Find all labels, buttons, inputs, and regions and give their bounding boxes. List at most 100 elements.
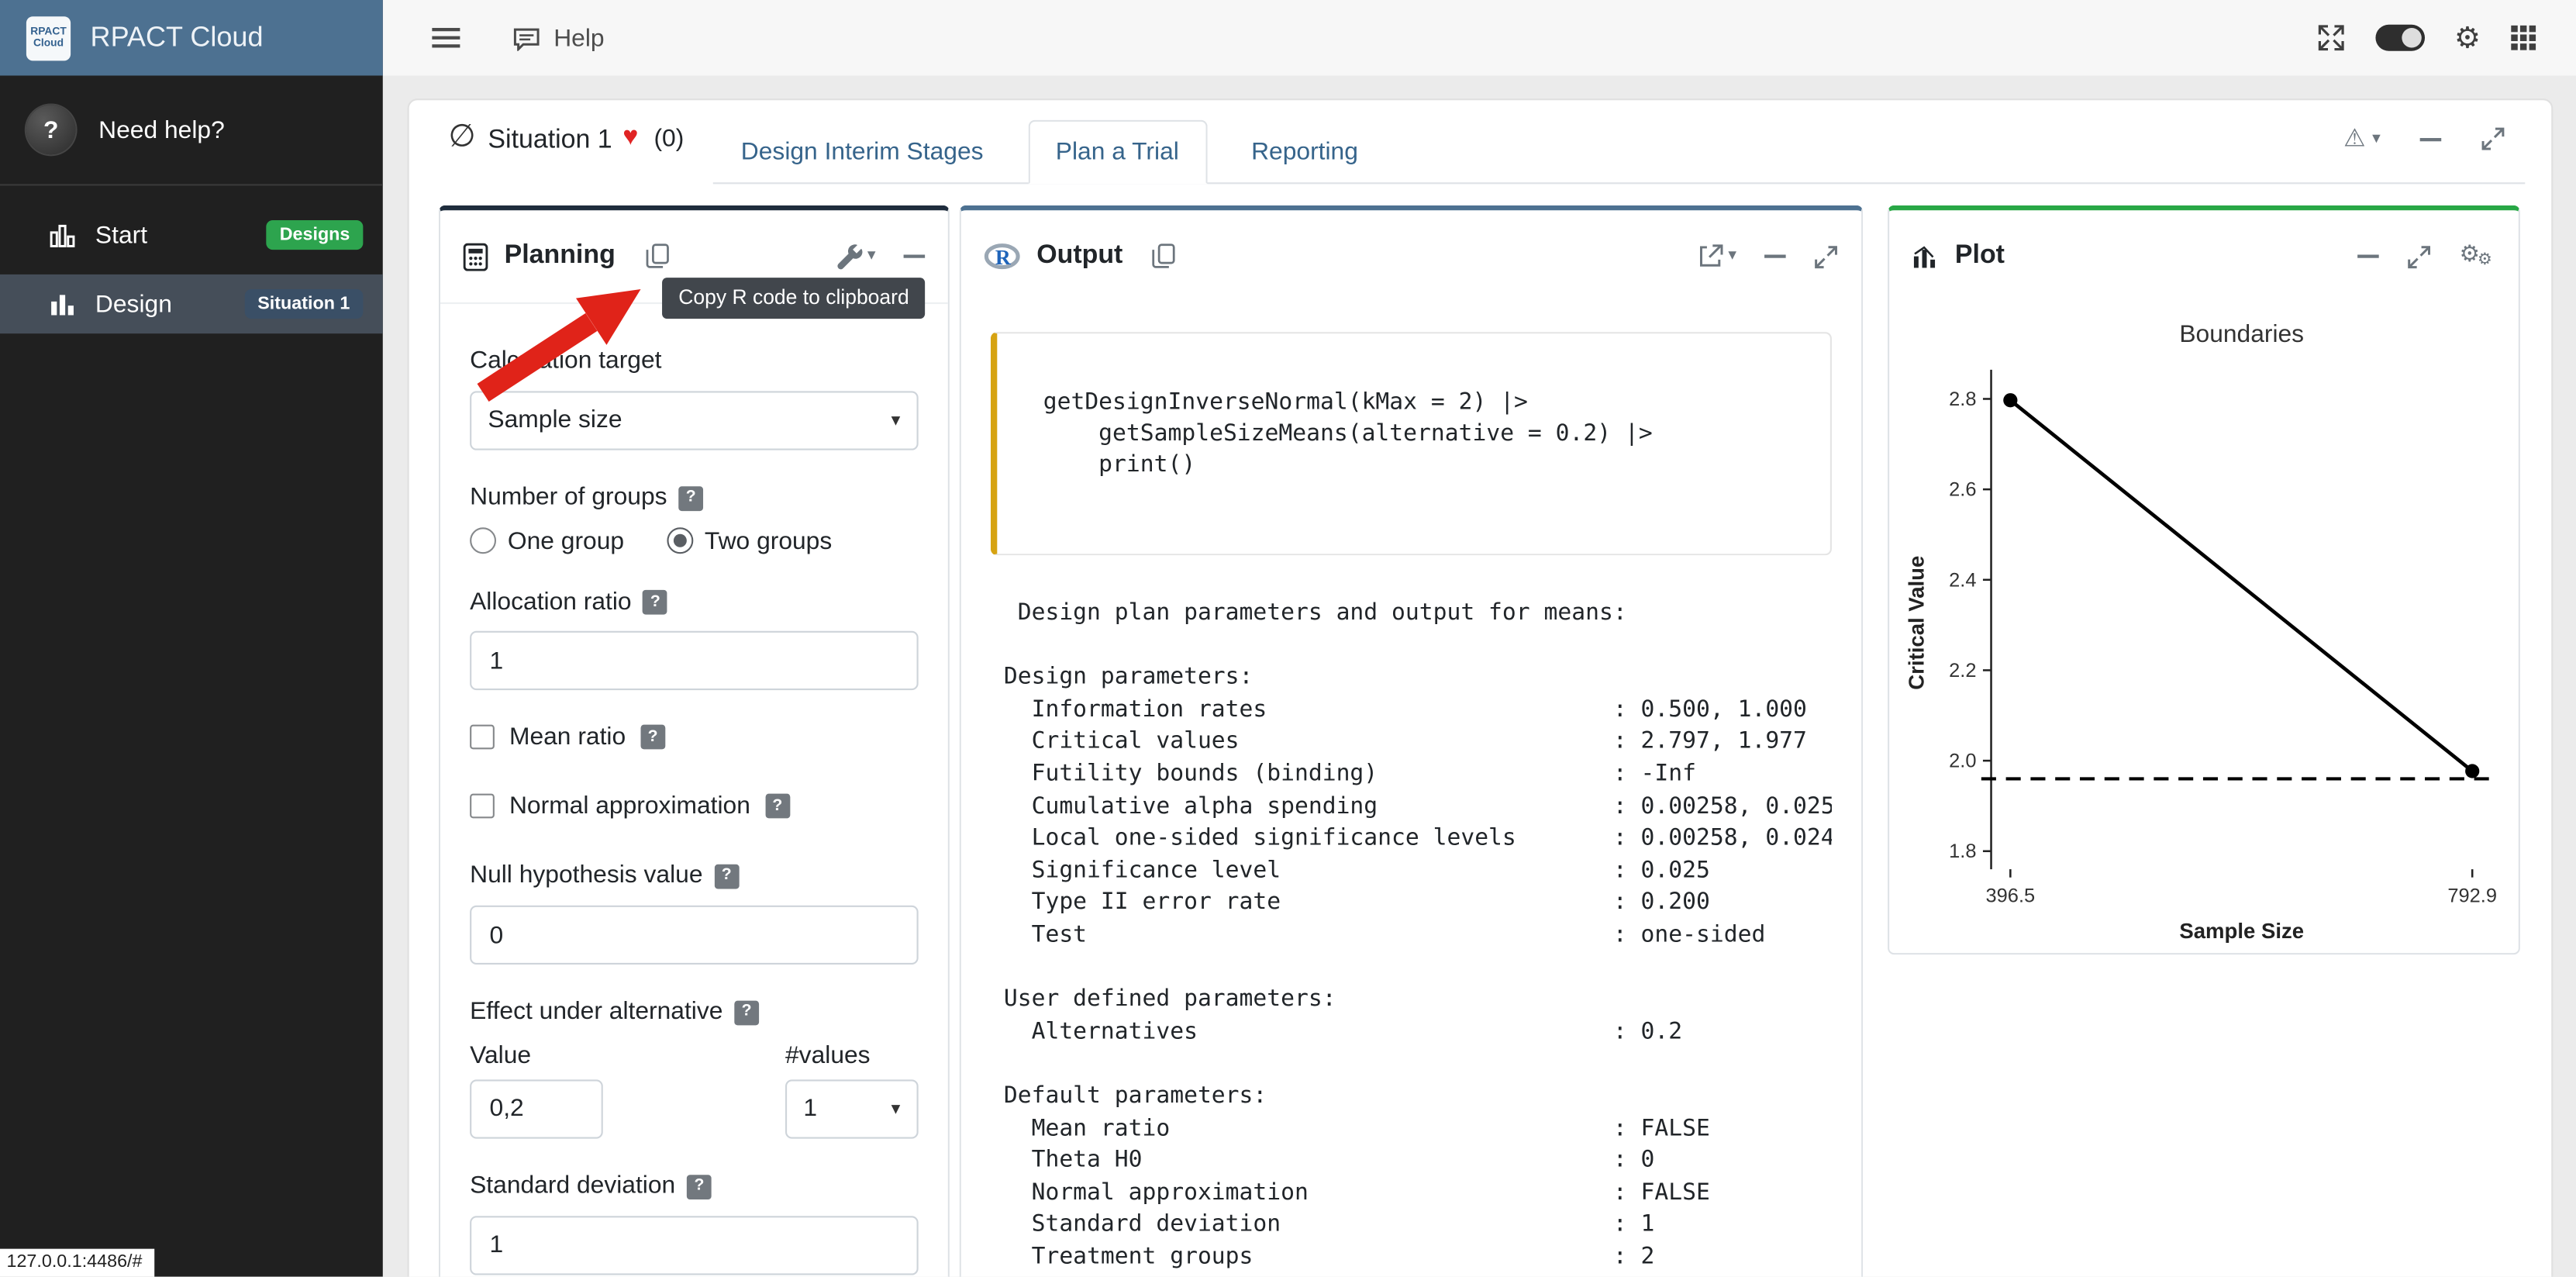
workspace-tabs: Design Interim Stages Plan a Trial Repor… xyxy=(713,110,2526,184)
brand-header[interactable]: RPACT Cloud RPACT Cloud xyxy=(0,0,383,75)
status-url: 127.0.0.1:4486/# xyxy=(0,1249,153,1277)
navbar-actions: ⚙ xyxy=(2316,23,2536,53)
situation-badge: Situation 1 xyxy=(244,289,363,319)
help-badge-icon[interactable]: ? xyxy=(687,1174,712,1199)
tab-plan-a-trial[interactable]: Plan a Trial xyxy=(1028,120,1207,185)
calculation-target-group: Calculation target Sample size ▾ xyxy=(470,347,919,450)
copy-output-button[interactable] xyxy=(1152,243,1177,270)
svg-text:R: R xyxy=(995,244,1012,268)
chevron-down-icon: ▾ xyxy=(1728,248,1736,264)
collapse-output-button[interactable] xyxy=(1764,254,1786,257)
number-of-groups-label: Number of groups xyxy=(470,483,667,514)
plot-settings-gears-icon[interactable]: ⚙ ⚙ xyxy=(2460,242,2496,271)
theme-toggle[interactable] xyxy=(2375,25,2425,51)
r-logo-icon: R xyxy=(984,243,1020,271)
logo-line-1: RPACT xyxy=(30,26,66,38)
chevron-down-icon: ▾ xyxy=(2372,130,2381,147)
fullscreen-icon[interactable] xyxy=(2316,23,2346,53)
number-of-groups-group: Number of groups ? One group Two groups xyxy=(470,483,919,555)
mean-ratio-checkbox[interactable] xyxy=(470,725,495,750)
export-dropdown[interactable]: ▾ xyxy=(1697,243,1736,270)
planning-panel: Planning ▾ xyxy=(439,205,950,1277)
chevron-down-icon: ▾ xyxy=(867,248,876,264)
help-badge-icon[interactable]: ? xyxy=(765,794,790,819)
sidebar: RPACT Cloud RPACT Cloud ? Need help? Sta… xyxy=(0,0,383,1277)
svg-text:792.9: 792.9 xyxy=(2447,885,2496,906)
tools-wrench-dropdown[interactable]: ▾ xyxy=(836,243,876,270)
help-badge-icon[interactable]: ? xyxy=(714,865,739,889)
r-code-block[interactable]: getDesignInverseNormal(kMax = 2) |> getS… xyxy=(991,332,1832,555)
calculator-icon xyxy=(464,243,488,271)
normal-approximation-checkbox[interactable] xyxy=(470,794,495,819)
radio-one-group[interactable]: One group xyxy=(470,526,624,554)
tab-reporting[interactable]: Reporting xyxy=(1223,120,1386,185)
chart-bars-icon xyxy=(1912,244,1939,269)
sidebar-item-start[interactable]: Start Designs xyxy=(0,205,383,264)
sidebar-item-design[interactable]: Design Situation 1 xyxy=(0,274,383,333)
copy-r-code-button[interactable] xyxy=(645,243,670,270)
planning-form: Calculation target Sample size ▾ Number … xyxy=(440,304,948,1277)
help-badge-icon[interactable]: ? xyxy=(640,725,665,750)
grid-icon[interactable] xyxy=(2510,25,2536,51)
radio-selected-icon xyxy=(667,527,693,554)
settings-gear-icon[interactable]: ⚙ xyxy=(2454,23,2481,53)
values-count-select[interactable]: 1 ▾ xyxy=(785,1079,919,1138)
chevron-down-icon: ▾ xyxy=(891,1098,901,1120)
design-label: Design xyxy=(95,290,172,318)
output-panel: R Output xyxy=(960,205,1864,1277)
design-symbol-icon: ∅ xyxy=(449,122,476,153)
brand-title: RPACT Cloud xyxy=(91,22,264,54)
start-label: Start xyxy=(95,221,147,249)
r-code: getDesignInverseNormal(kMax = 2) |> getS… xyxy=(1043,388,1798,481)
boundaries-chart[interactable]: Boundaries1.82.02.22.42.62.8396.5792.9Sa… xyxy=(1900,302,2508,951)
page-title: Situation 1 xyxy=(488,126,612,156)
standard-deviation-label: Standard deviation xyxy=(470,1172,675,1203)
plot-title: Plot xyxy=(1955,242,2005,271)
svg-text:Critical Value: Critical Value xyxy=(1904,556,1928,690)
app-screen: RPACT Cloud RPACT Cloud ? Need help? Sta… xyxy=(0,0,2576,1277)
collapse-planning-button[interactable] xyxy=(904,254,926,257)
planning-title: Planning xyxy=(505,242,616,271)
values-count-column-label: #values xyxy=(785,1041,919,1069)
copy-tooltip: Copy R code to clipboard xyxy=(662,278,926,319)
svg-text:396.5: 396.5 xyxy=(1985,885,2034,906)
value-column-label: Value xyxy=(470,1041,603,1069)
standard-deviation-input[interactable] xyxy=(470,1215,919,1274)
expand-plot-icon[interactable] xyxy=(2407,244,2432,269)
rpact-logo: RPACT Cloud xyxy=(26,16,71,60)
help-badge-icon[interactable]: ? xyxy=(643,591,667,616)
menu-hamburger-icon[interactable] xyxy=(432,28,460,47)
tab-design-interim-stages[interactable]: Design Interim Stages xyxy=(713,120,1012,185)
plot-header: Plot ⚙ ⚙ xyxy=(1889,210,2519,302)
help-badge-icon[interactable]: ? xyxy=(734,1000,759,1025)
columns-chart-icon xyxy=(50,291,76,317)
top-navbar: Help ⚙ xyxy=(383,0,2576,75)
output-header: R Output xyxy=(961,210,1861,302)
output-report: Design plan parameters and output for me… xyxy=(991,598,1832,1274)
collapse-plot-button[interactable] xyxy=(2357,254,2379,257)
calculation-target-label: Calculation target xyxy=(470,347,919,378)
workspace-card: ∅ Situation 1 ♥ (0) Design Interim Stage… xyxy=(408,98,2554,1277)
expand-output-icon[interactable] xyxy=(1814,244,1839,269)
sidebar-item-need-help[interactable]: ? Need help? xyxy=(0,75,383,181)
effect-value-input[interactable] xyxy=(470,1079,603,1138)
plot-panel: Plot ⚙ ⚙ B xyxy=(1888,205,2520,954)
calculation-target-select[interactable]: Sample size ▾ xyxy=(470,391,919,450)
output-body: getDesignInverseNormal(kMax = 2) |> getS… xyxy=(961,302,1861,1277)
plot-body: Boundaries1.82.02.22.42.62.8396.5792.9Sa… xyxy=(1889,302,2519,954)
warnings-dropdown[interactable]: ⚠ ▾ xyxy=(2343,126,2381,151)
null-hypothesis-input[interactable] xyxy=(470,906,919,965)
radio-unselected-icon xyxy=(470,527,496,554)
workspace-header-actions: ⚠ ▾ xyxy=(2343,126,2505,151)
favorite-heart-icon[interactable]: ♥ xyxy=(622,125,638,151)
help-button[interactable]: Help xyxy=(512,24,604,52)
logo-line-2: Cloud xyxy=(33,38,64,50)
svg-text:2.6: 2.6 xyxy=(1948,479,1975,501)
sidebar-divider xyxy=(0,184,383,185)
radio-two-groups[interactable]: Two groups xyxy=(667,526,832,554)
help-badge-icon[interactable]: ? xyxy=(678,486,703,511)
allocation-ratio-input[interactable] xyxy=(470,631,919,690)
expand-workspace-icon[interactable] xyxy=(2481,126,2505,151)
collapse-workspace-button[interactable] xyxy=(2420,137,2442,140)
help-label: Help xyxy=(553,24,604,52)
